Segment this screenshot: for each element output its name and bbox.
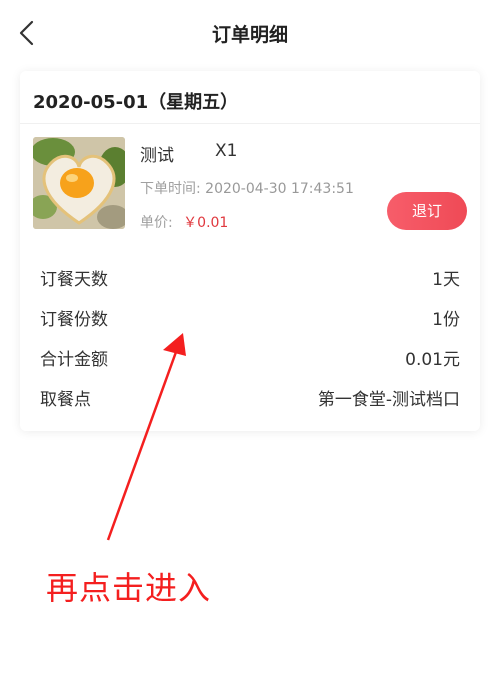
- detail-value: 1天: [432, 270, 460, 290]
- detail-value: 1份: [432, 310, 460, 330]
- order-date: 2020-05-01（星期五）: [33, 92, 239, 113]
- product-image: [33, 137, 125, 229]
- detail-row-portions: 订餐份数 1份: [40, 303, 460, 343]
- detail-key: 订餐天数: [40, 270, 108, 290]
- detail-value: 第一食堂-测试档口: [317, 390, 460, 410]
- order-time: 下单时间: 2020-04-30 17:43:51: [140, 178, 354, 198]
- order-time-label: 下单时间:: [140, 181, 201, 197]
- product-quantity: X1: [215, 141, 238, 161]
- refund-button[interactable]: 退订: [387, 192, 467, 230]
- detail-key: 合计金额: [40, 350, 108, 370]
- product-name: 测试: [140, 146, 174, 166]
- unit-price: 单价: ￥0.01: [140, 212, 228, 232]
- page-title: 订单明细: [211, 24, 288, 46]
- order-details: 订餐天数 1天 订餐份数 1份 合计金额 0.01元 取餐点 第一食堂-测试档口: [40, 263, 460, 423]
- detail-row-pickup: 取餐点 第一食堂-测试档口: [40, 383, 460, 423]
- detail-key: 订餐份数: [40, 310, 108, 330]
- header: 订单明细: [0, 0, 500, 66]
- detail-value: 0.01元: [405, 350, 460, 370]
- detail-row-total: 合计金额 0.01元: [40, 343, 460, 383]
- divider: [20, 123, 480, 124]
- order-detail-page: 订单明细 2020-05-01（星期五） 测试 X1 下单时间: 2020-04…: [0, 0, 500, 683]
- unit-price-label: 单价:: [140, 215, 173, 231]
- order-card[interactable]: 2020-05-01（星期五） 测试 X1 下单时间: 2020-04-30 1…: [20, 71, 480, 431]
- annotation-text: 再点击进入: [46, 569, 212, 607]
- detail-row-days: 订餐天数 1天: [40, 263, 460, 303]
- detail-key: 取餐点: [40, 390, 91, 410]
- order-time-value: 2020-04-30 17:43:51: [205, 181, 354, 197]
- unit-price-value: ￥0.01: [183, 215, 229, 231]
